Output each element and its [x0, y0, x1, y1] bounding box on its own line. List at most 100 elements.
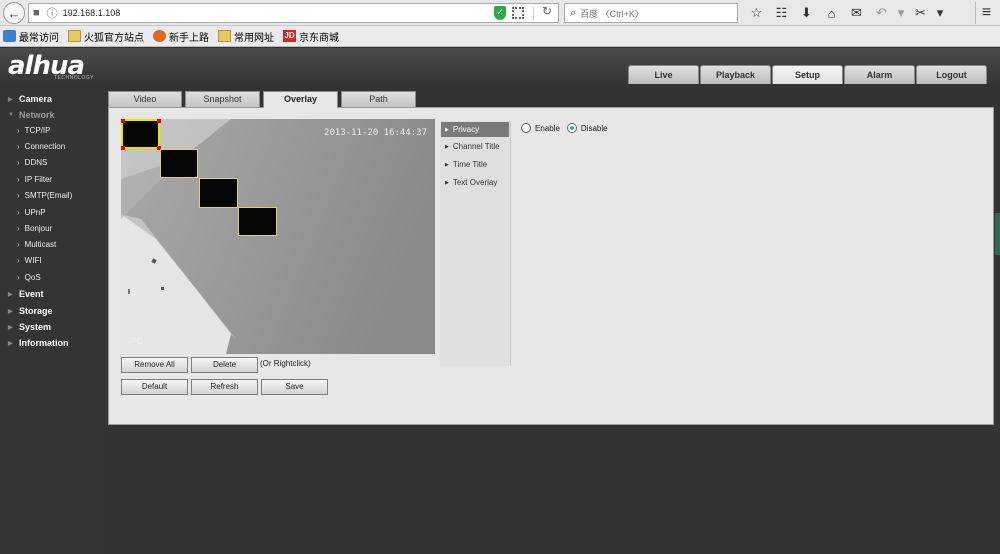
folder-icon: ■ — [33, 7, 40, 19]
tab-snapshot[interactable]: Snapshot — [185, 91, 260, 107]
chevron-right-icon: › — [17, 256, 20, 265]
triangle-right-icon: ▶ — [445, 161, 449, 168]
triangle-right-icon: ▶ — [8, 324, 13, 331]
jd-icon: JD — [283, 30, 296, 42]
chevron-right-icon: › — [17, 126, 20, 135]
chevron-right-icon: › — [17, 224, 20, 233]
sidebar-item-storage[interactable]: ▶ Storage — [8, 306, 53, 316]
triangle-right-icon: ▶ — [8, 96, 13, 103]
remove-all-button[interactable]: Remove All — [121, 357, 188, 373]
ie-icon — [3, 30, 16, 42]
bookmark-item[interactable]: 最常访问 — [3, 29, 59, 44]
dropdown-icon[interactable]: ▾ — [894, 5, 908, 21]
triangle-right-icon: ▶ — [445, 179, 449, 186]
chevron-right-icon: › — [17, 175, 20, 184]
qr-code-icon[interactable] — [512, 7, 524, 19]
sidebar-item-tcpip[interactable]: › TCP/IP — [17, 126, 50, 135]
logo-subtitle: TECHNOLOGY — [54, 75, 95, 81]
triangle-right-icon: ▶ — [445, 143, 449, 150]
privacy-mask-4[interactable] — [238, 207, 277, 236]
sidebar-item-smtp[interactable]: › SMTP(Email) — [17, 191, 72, 200]
resize-handle[interactable] — [121, 119, 125, 123]
undo-icon[interactable]: ↶ — [869, 5, 894, 21]
disable-label: Disable — [580, 123, 608, 133]
scrollbar-indicator[interactable] — [995, 213, 1000, 255]
resize-handle[interactable] — [157, 119, 161, 123]
chevron-right-icon: › — [17, 142, 20, 151]
search-input[interactable]: ⌕ 百度 〈Ctrl+K〉 — [564, 3, 738, 23]
channel-label-overlay: IPC — [128, 336, 144, 346]
reading-list-icon[interactable]: ☷ — [769, 5, 794, 21]
dropdown-icon[interactable]: ▾ — [933, 5, 947, 21]
bookmark-star-icon[interactable]: ☆ — [744, 5, 769, 21]
sidebar-item-qos[interactable]: › QoS — [17, 273, 41, 282]
submenu-item-channel-title[interactable]: ▶ Channel Title — [441, 139, 509, 154]
sub-tabs: Video Snapshot Overlay Path — [108, 91, 419, 108]
submenu-item-text-overlay[interactable]: ▶ Text Overlay — [441, 175, 509, 190]
info-icon[interactable]: ⓘ — [47, 5, 58, 21]
search-icon: ⌕ — [570, 6, 577, 19]
hamburger-menu-icon[interactable]: ≡ — [975, 2, 997, 24]
tab-logout[interactable]: Logout — [916, 65, 987, 84]
back-arrow-icon[interactable]: ← — [3, 2, 25, 24]
video-preview[interactable]: 2013-11-20 16:44:37 IPC — [121, 119, 435, 354]
home-icon[interactable]: ⌂ — [819, 6, 844, 21]
chevron-right-icon: › — [17, 158, 20, 167]
privacy-options: Enable Disable — [521, 123, 615, 133]
toolbar-icons: ☆ ☷ ⬇ ⌂ ✉ ↶ ▾ ✂ ▾ — [744, 3, 947, 23]
delete-button[interactable]: Delete — [191, 357, 258, 373]
address-bar[interactable]: ■ ⓘ 192.168.1.108 ✓ ↻ — [28, 3, 559, 23]
tab-setup[interactable]: Setup — [772, 65, 843, 84]
submenu-item-privacy[interactable]: ▶ Privacy — [441, 122, 509, 137]
tab-path[interactable]: Path — [341, 91, 416, 107]
tab-live[interactable]: Live — [628, 65, 699, 84]
sidebar-item-ip-filter[interactable]: › IP Filter — [17, 175, 52, 184]
bookmark-item[interactable]: 新手上路 — [153, 29, 209, 44]
sidebar-item-connection[interactable]: › Connection — [17, 142, 65, 151]
chat-icon[interactable]: ✉ — [844, 5, 869, 21]
sidebar-item-ddns[interactable]: › DDNS — [17, 158, 47, 167]
main-tabs: Live Playback Setup Alarm Logout — [628, 65, 988, 84]
privacy-mask-3[interactable] — [199, 178, 238, 208]
sidebar-item-wifi[interactable]: › WIFI — [17, 256, 42, 265]
submenu-item-time-title[interactable]: ▶ Time Title — [441, 157, 509, 172]
tab-video[interactable]: Video — [108, 91, 182, 107]
triangle-right-icon: ▶ — [445, 126, 449, 133]
bookmark-item[interactable]: JD 京东商城 — [283, 29, 339, 44]
disable-radio[interactable] — [566, 123, 577, 133]
save-button[interactable]: Save — [261, 379, 328, 395]
default-button[interactable]: Default — [121, 379, 188, 395]
folder-icon — [218, 30, 231, 42]
shield-icon[interactable]: ✓ — [494, 6, 506, 20]
url-text: 192.168.1.108 — [62, 8, 121, 18]
divider — [533, 7, 534, 20]
bookmark-item[interactable]: 常用网址 — [218, 29, 274, 44]
crop-icon[interactable]: ✂ — [908, 5, 933, 21]
sidebar-item-multicast[interactable]: › Multicast — [17, 240, 56, 249]
sidebar — [0, 84, 105, 554]
sidebar-item-camera[interactable]: ▶ Camera — [8, 94, 52, 104]
privacy-mask-2[interactable] — [160, 149, 198, 178]
tab-playback[interactable]: Playback — [700, 65, 771, 84]
resize-handle[interactable] — [121, 146, 125, 150]
overlay-submenu: ▶ Privacy ▶ Channel Title ▶ Time Title ▶ Tex… — [440, 121, 511, 366]
tab-overlay[interactable]: Overlay — [263, 91, 338, 108]
chevron-right-icon: › — [17, 273, 20, 282]
refresh-button[interactable]: Refresh — [191, 379, 258, 395]
sidebar-item-upnp[interactable]: › UPnP — [17, 208, 46, 217]
bookmark-item[interactable]: 火狐官方站点 — [68, 29, 144, 44]
chevron-right-icon: › — [17, 240, 20, 249]
sidebar-item-event[interactable]: ▶ Event — [8, 289, 44, 299]
rightclick-hint: (Or Rightclick) — [260, 359, 311, 368]
reload-icon[interactable]: ↻ — [542, 4, 552, 18]
timestamp-overlay: 2013-11-20 16:44:37 — [324, 128, 427, 138]
enable-radio[interactable] — [521, 123, 531, 133]
sidebar-item-information[interactable]: ▶ Information — [8, 338, 69, 348]
tab-alarm[interactable]: Alarm — [844, 65, 915, 84]
download-icon[interactable]: ⬇ — [794, 5, 819, 21]
privacy-mask-1[interactable] — [121, 119, 160, 149]
sidebar-item-bonjour[interactable]: › Bonjour — [17, 224, 52, 233]
triangle-down-icon: ▼ — [8, 112, 14, 118]
sidebar-item-system[interactable]: ▶ System — [8, 322, 51, 332]
sidebar-item-network[interactable]: ▼ Network — [8, 110, 55, 120]
